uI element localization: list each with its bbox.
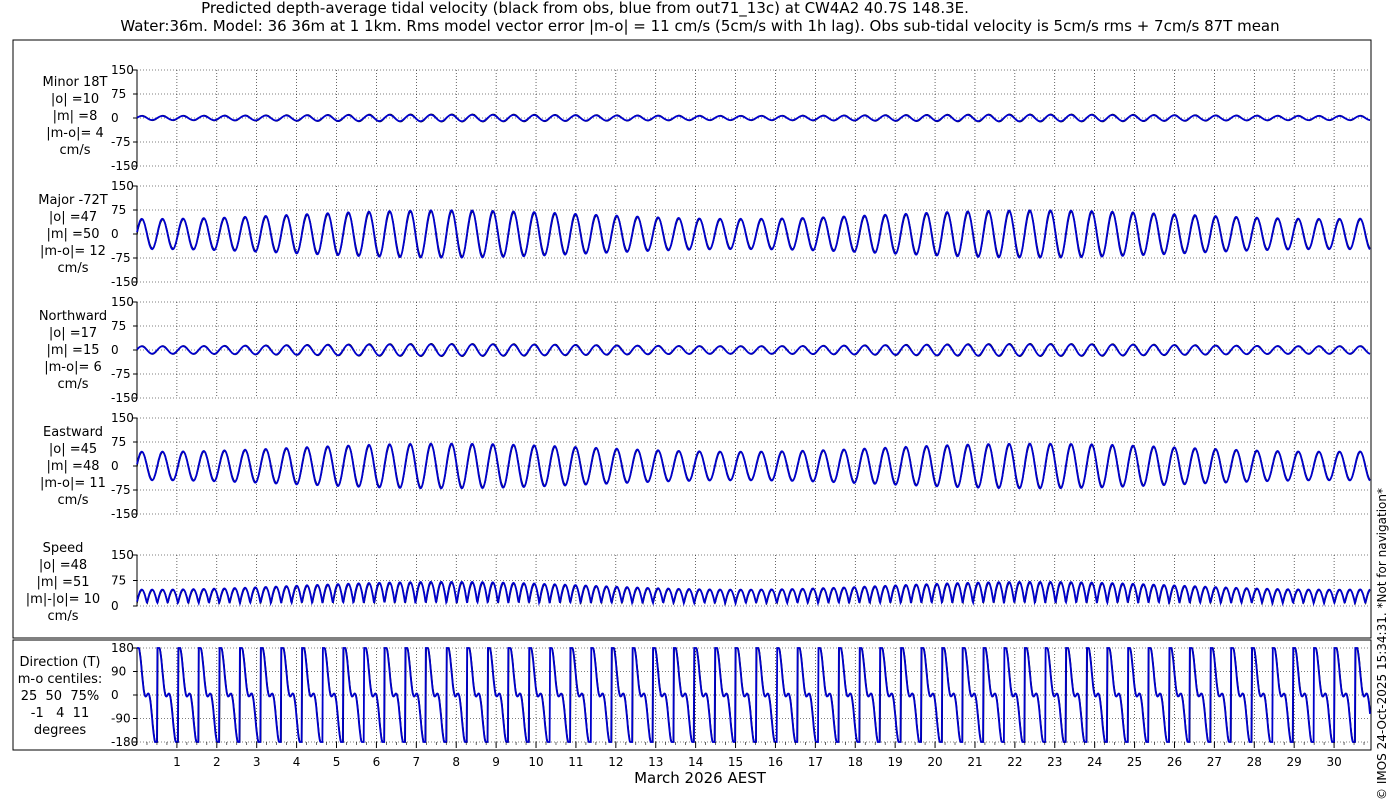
x-tick-label: 23 (1047, 755, 1062, 769)
y-tick-label: -150 (111, 507, 138, 521)
x-tick-label: 15 (728, 755, 743, 769)
x-tick-label: 19 (888, 755, 903, 769)
panel-label-minor: Minor 18T |o| =10 |m| =8 |m-o|= 4 cm/s (42, 75, 108, 158)
panel-label-northward: Northward |o| =17 |m| =15 |m-o|= 6 cm/s (38, 309, 108, 392)
x-tick-label: 12 (608, 755, 623, 769)
x-tick-label: 20 (927, 755, 942, 769)
y-tick-label: 150 (111, 179, 134, 193)
y-tick-label: -150 (111, 275, 138, 289)
panel-3: 150750-75-150 (111, 411, 1371, 521)
series-line-model (136, 209, 1371, 259)
panel-2: 150750-75-150 (111, 295, 1371, 405)
y-tick-label: 150 (111, 295, 134, 309)
x-tick-label: 13 (648, 755, 663, 769)
x-tick-label: 5 (333, 755, 341, 769)
x-tick-label: 26 (1167, 755, 1182, 769)
x-tick-label: 24 (1087, 755, 1102, 769)
x-tick-label: 4 (293, 755, 301, 769)
x-tick-label: 1 (173, 755, 181, 769)
x-tick-label: 11 (568, 755, 583, 769)
series-line-model (136, 343, 1371, 357)
series-line-model (136, 113, 1371, 123)
panel-4: 150750 (111, 548, 1371, 613)
x-tick-label: 2 (213, 755, 221, 769)
x-tick-label: 9 (492, 755, 500, 769)
x-tick-label: 16 (768, 755, 783, 769)
y-tick-label: -150 (111, 159, 138, 173)
x-tick-label: 30 (1326, 755, 1341, 769)
panel-label-speed: Speed |o| =48 |m| =51 |m|-|o|= 10 cm/s (25, 541, 101, 624)
y-tick-label: 180 (111, 641, 134, 655)
x-tick-label: 21 (967, 755, 982, 769)
y-tick-label: -150 (111, 391, 138, 405)
panel-0: 150750-75-150 (111, 63, 1371, 173)
x-tick-label: 27 (1207, 755, 1222, 769)
panel-label-eastward: Eastward |o| =45 |m| =48 |m-o|= 11 cm/s (40, 425, 106, 508)
x-tick-label: 10 (528, 755, 543, 769)
chart-canvas: 150750-75-150150750-75-150150750-75-1501… (12, 39, 1372, 769)
x-tick-label: 7 (413, 755, 421, 769)
panel-1: 150750-75-150 (111, 179, 1371, 289)
series-line-model (137, 647, 1371, 743)
y-tick-label: 150 (111, 411, 134, 425)
series-line-model (136, 442, 1371, 490)
panel-label-major: Major -72T |o| =47 |m| =50 |m-o|= 12 cm/… (38, 193, 108, 276)
x-tick-label: 28 (1247, 755, 1262, 769)
x-tick-label: 18 (848, 755, 863, 769)
credit-text: © IMOS 24-Oct-2025 15:34:31. *Not for na… (1375, 488, 1389, 800)
x-tick-label: 22 (1007, 755, 1022, 769)
panel-5: 180900-90-180 (111, 641, 1371, 749)
x-tick-label: 6 (373, 755, 381, 769)
x-tick-label: 14 (688, 755, 703, 769)
series-line-model (136, 580, 1371, 607)
x-axis-label: March 2026 AEST (634, 769, 766, 787)
x-tick-label: 29 (1287, 755, 1302, 769)
x-tick-label: 8 (452, 755, 460, 769)
panel-label-direction: Direction (T) m-o centiles: 25 50 75% -1… (17, 655, 103, 738)
x-tick-label: 25 (1127, 755, 1142, 769)
x-tick-label: 3 (253, 755, 261, 769)
x-tick-label: 17 (808, 755, 823, 769)
